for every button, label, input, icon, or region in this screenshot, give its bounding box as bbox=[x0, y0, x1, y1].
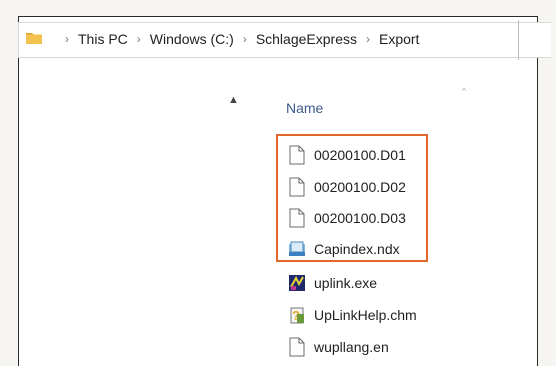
list-item[interactable]: uplink.exe bbox=[288, 272, 377, 294]
list-item[interactable]: wupllang.en bbox=[288, 336, 389, 358]
list-item[interactable]: 00200100.D03 bbox=[288, 207, 406, 229]
folder-icon bbox=[26, 33, 42, 44]
chevron-right-icon[interactable]: › bbox=[366, 32, 370, 46]
list-item[interactable]: Capindex.ndx bbox=[288, 238, 400, 260]
breadcrumb-item-export[interactable]: Export bbox=[379, 31, 419, 47]
breadcrumb-item-schlageexpress[interactable]: SchlageExpress bbox=[256, 31, 357, 47]
list-item[interactable]: 00200100.D01 bbox=[288, 144, 406, 166]
file-name: Capindex.ndx bbox=[314, 241, 400, 257]
breadcrumb-item-this-pc[interactable]: This PC bbox=[78, 31, 128, 47]
chm-help-icon: ? bbox=[290, 307, 304, 324]
file-name: wupllang.en bbox=[314, 339, 389, 355]
list-item[interactable]: 00200100.D02 bbox=[288, 176, 406, 198]
blank-file-icon bbox=[289, 337, 305, 357]
exe-app-icon bbox=[289, 275, 305, 291]
file-name: uplink.exe bbox=[314, 275, 378, 291]
blank-file-icon bbox=[289, 145, 305, 165]
scroll-up-icon[interactable]: ▲ bbox=[228, 94, 239, 106]
file-name: 00200100.D02 bbox=[314, 179, 406, 195]
ndx-file-icon bbox=[289, 241, 305, 256]
chevron-right-icon[interactable]: › bbox=[137, 32, 141, 46]
file-name: UpLinkHelp.chm bbox=[314, 307, 417, 323]
list-item[interactable]: ? UpLinkHelp.chm bbox=[288, 304, 417, 326]
breadcrumb: › This PC › Windows (C:) › SchlageExpres… bbox=[56, 29, 419, 49]
breadcrumb-item-windows-c[interactable]: Windows (C:) bbox=[150, 31, 234, 47]
column-header-name[interactable]: Name bbox=[286, 100, 323, 116]
address-divider bbox=[518, 20, 519, 60]
file-name: 00200100.D01 bbox=[314, 147, 406, 163]
chevron-right-icon: › bbox=[65, 32, 69, 46]
sort-caret-icon: ^ bbox=[462, 86, 467, 96]
file-name: 00200100.D03 bbox=[314, 210, 406, 226]
blank-file-icon bbox=[289, 208, 305, 228]
blank-file-icon bbox=[289, 177, 305, 197]
chevron-right-icon[interactable]: › bbox=[243, 32, 247, 46]
